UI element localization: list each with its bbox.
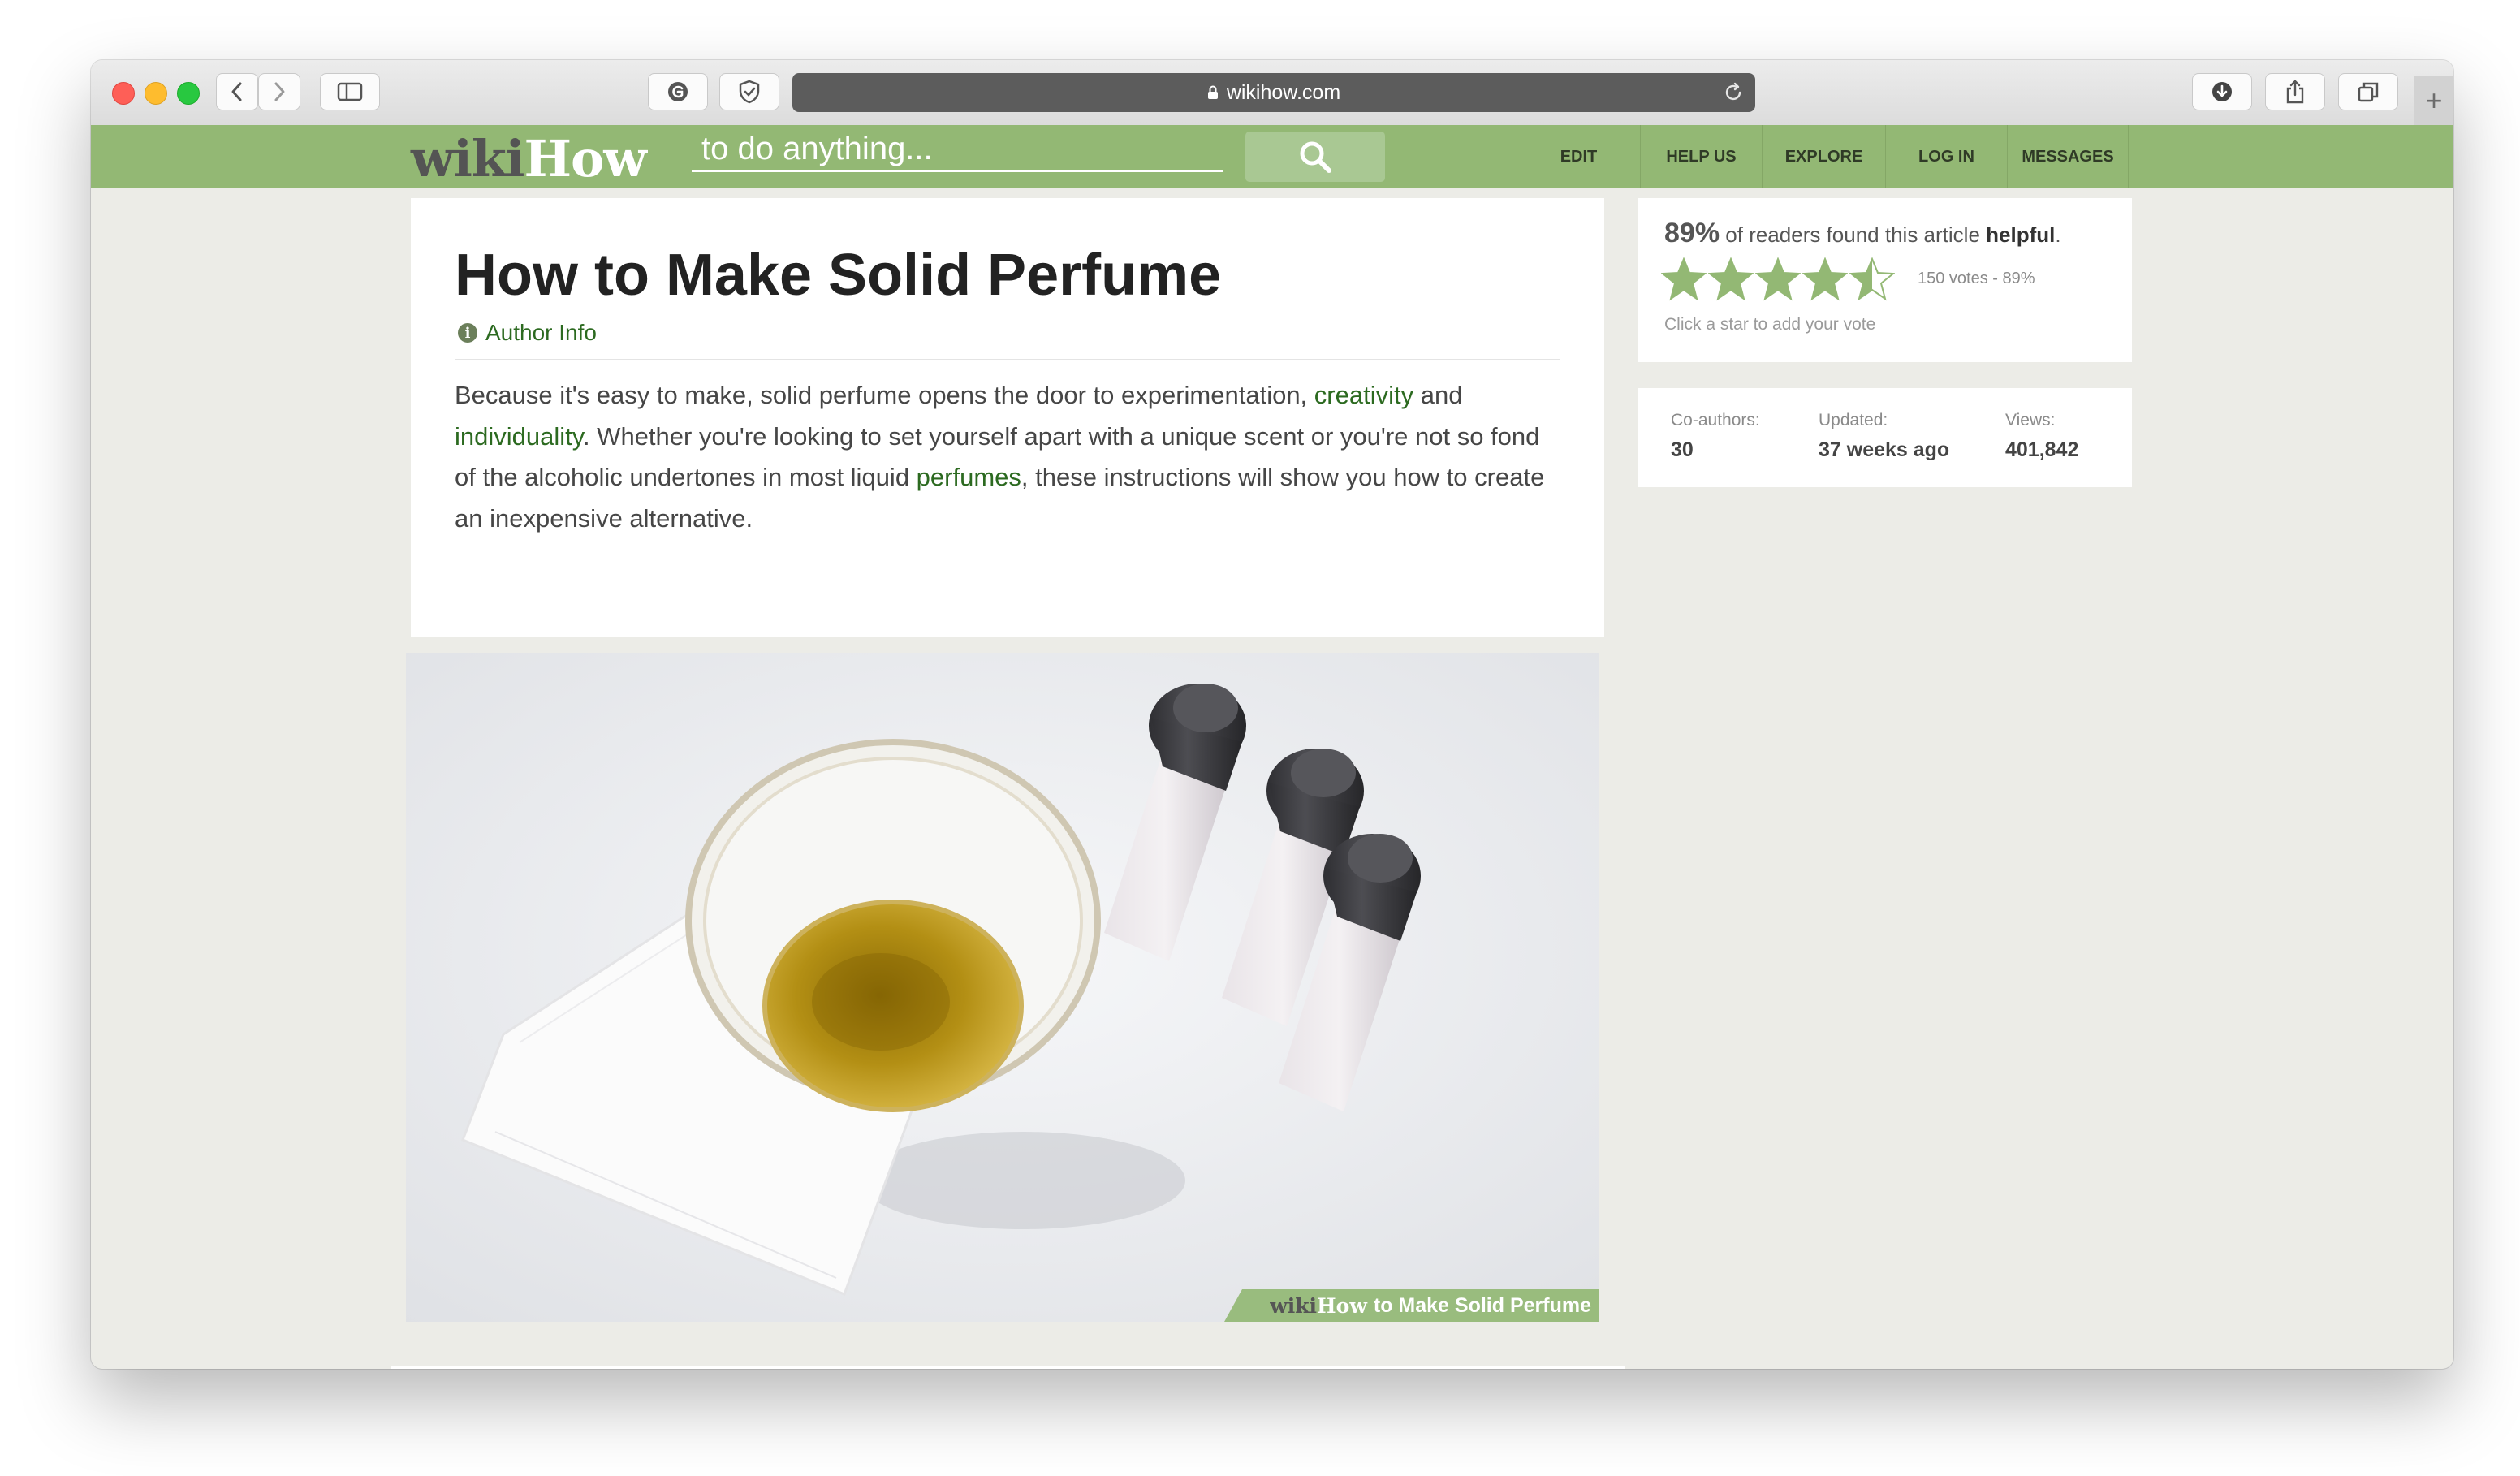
share-button[interactable] bbox=[2265, 73, 2325, 110]
star-icon[interactable] bbox=[1708, 257, 1754, 302]
tabs-icon bbox=[2358, 82, 2379, 102]
vote-hint: Click a star to add your vote bbox=[1664, 315, 1876, 334]
article-intro-card: How to Make Solid Perfume i Author Info … bbox=[411, 198, 1604, 637]
coauthors-value: 30 bbox=[1671, 438, 1694, 461]
download-icon bbox=[2212, 82, 2232, 101]
minimize-window-button[interactable] bbox=[145, 82, 167, 105]
logo-wiki: wiki bbox=[411, 129, 524, 188]
star-rating[interactable] bbox=[1661, 257, 1895, 302]
intro-text: Because it's easy to make, solid perfume… bbox=[455, 381, 1314, 409]
site-nav: EDIT HELP US EXPLORE LOG IN MESSAGES bbox=[1517, 125, 2129, 188]
tab-overview-button[interactable] bbox=[2338, 73, 2398, 110]
updated-stat: Updated: 37 weeks ago bbox=[1819, 411, 1949, 462]
downloads-button[interactable] bbox=[2192, 73, 2252, 110]
site-header: wikiHow to do anything... EDIT HELP US E… bbox=[91, 125, 2453, 188]
star-icon[interactable] bbox=[1849, 257, 1895, 302]
nav-explore[interactable]: EXPLORE bbox=[1762, 125, 1885, 188]
nav-help-us[interactable]: HELP US bbox=[1640, 125, 1762, 188]
article-title: How to Make Solid Perfume bbox=[455, 243, 1222, 308]
logo-how: How bbox=[524, 129, 646, 188]
chevron-right-icon bbox=[274, 82, 285, 101]
nav-messages[interactable]: MESSAGES bbox=[2007, 125, 2129, 188]
caption-how: How bbox=[1317, 1293, 1367, 1318]
lock-icon bbox=[1207, 85, 1218, 99]
search-input[interactable]: to do anything... bbox=[692, 130, 1223, 172]
shield-icon bbox=[739, 80, 760, 104]
chevron-left-icon bbox=[231, 82, 242, 101]
helpful-summary: 89% of readers found this article helpfu… bbox=[1664, 218, 2061, 249]
grammar-extension-icon bbox=[668, 82, 688, 101]
share-icon bbox=[2286, 80, 2304, 104]
helpful-period: . bbox=[2055, 222, 2061, 247]
updated-label: Updated: bbox=[1819, 411, 1888, 429]
votes-count: 150 votes - 89% bbox=[1918, 270, 2035, 287]
nav-log-in[interactable]: LOG IN bbox=[1885, 125, 2007, 188]
divider bbox=[391, 1366, 1625, 1369]
browser-window: wikihow.com + wikiHow to do anything... … bbox=[91, 60, 2453, 1369]
search-button[interactable] bbox=[1245, 132, 1385, 182]
wikihow-logo[interactable]: wikiHow bbox=[411, 129, 647, 188]
divider bbox=[455, 359, 1560, 360]
info-icon: i bbox=[458, 323, 477, 343]
url-text: wikihow.com bbox=[1226, 80, 1341, 104]
nav-edit[interactable]: EDIT bbox=[1517, 125, 1640, 188]
views-label: Views: bbox=[2005, 411, 2056, 429]
helpful-percent: 89% bbox=[1664, 218, 1720, 248]
extension-button[interactable] bbox=[648, 73, 708, 110]
new-tab-button[interactable]: + bbox=[2414, 76, 2453, 125]
zoom-window-button[interactable] bbox=[177, 82, 200, 105]
privacy-report-button[interactable] bbox=[719, 73, 779, 110]
views-value: 401,842 bbox=[2005, 438, 2079, 461]
rating-card: 89% of readers found this article helpfu… bbox=[1638, 198, 2132, 362]
reload-icon[interactable] bbox=[1723, 82, 1744, 103]
intro-text: and bbox=[1413, 381, 1463, 409]
author-info-label: Author Info bbox=[485, 320, 597, 345]
views-stat: Views: 401,842 bbox=[2005, 411, 2078, 462]
helpful-text: of readers found this article bbox=[1720, 222, 1987, 247]
sidebar-toggle-button[interactable] bbox=[320, 73, 380, 110]
star-icon[interactable] bbox=[1755, 257, 1801, 302]
forward-button[interactable] bbox=[258, 73, 300, 110]
helpful-word: helpful bbox=[1986, 222, 2056, 247]
link-individuality[interactable]: individuality bbox=[455, 422, 583, 451]
star-icon[interactable] bbox=[1661, 257, 1707, 302]
article-intro: Because it's easy to make, solid perfume… bbox=[455, 375, 1567, 539]
coauthors-label: Co-authors: bbox=[1671, 411, 1760, 429]
image-caption: wiki How to Make Solid Perfume bbox=[1224, 1289, 1599, 1322]
search-icon bbox=[1300, 141, 1331, 173]
address-bar[interactable]: wikihow.com bbox=[792, 73, 1755, 112]
author-info-link[interactable]: i Author Info bbox=[458, 320, 597, 346]
solid-perfume-illustration bbox=[406, 653, 1599, 1322]
sidebar-icon bbox=[337, 82, 363, 101]
caption-wiki: wiki bbox=[1270, 1293, 1318, 1318]
star-icon[interactable] bbox=[1802, 257, 1848, 302]
close-window-button[interactable] bbox=[112, 82, 135, 105]
link-perfumes[interactable]: perfumes bbox=[917, 463, 1021, 491]
coauthors-stat: Co-authors: 30 bbox=[1671, 411, 1760, 462]
back-button[interactable] bbox=[216, 73, 258, 110]
article-hero-image[interactable]: wiki How to Make Solid Perfume bbox=[406, 653, 1599, 1322]
article-stats-card: Co-authors: 30 Updated: 37 weeks ago Vie… bbox=[1638, 388, 2132, 487]
updated-value: 37 weeks ago bbox=[1819, 438, 1950, 461]
browser-toolbar: wikihow.com + bbox=[91, 60, 2453, 126]
link-creativity[interactable]: creativity bbox=[1314, 381, 1413, 409]
caption-text: to Make Solid Perfume bbox=[1373, 1293, 1591, 1317]
